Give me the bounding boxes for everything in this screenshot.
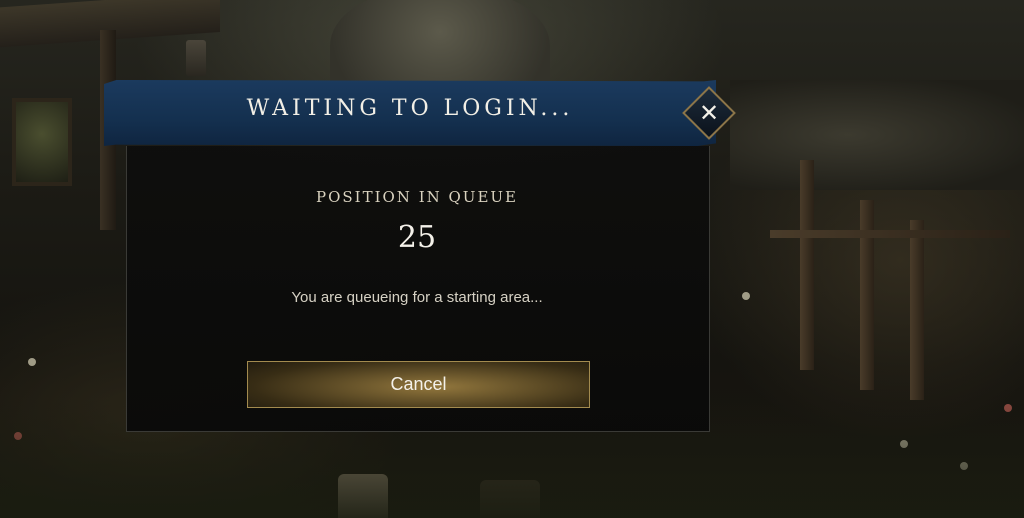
login-queue-dialog: WAITING TO LOGIN... ✕ POSITION IN QUEUE …	[104, 80, 736, 432]
queue-status-message: You are queueing for a starting area...	[291, 289, 543, 306]
fence-post	[800, 160, 814, 370]
fence-post	[910, 220, 924, 400]
dialog-title: WAITING TO LOGIN...	[246, 96, 574, 121]
queue-position-label: POSITION IN QUEUE	[315, 188, 518, 206]
lantern-icon	[186, 40, 206, 76]
fence-rail	[770, 230, 1010, 238]
fence-post	[860, 200, 874, 390]
cancel-button[interactable]: Cancel	[247, 361, 590, 408]
flower	[28, 358, 36, 366]
queue-position-value: 25	[397, 220, 437, 255]
close-icon[interactable]: ✕	[690, 94, 728, 132]
stone-wall	[730, 80, 1024, 190]
house-window	[12, 98, 72, 186]
flower	[742, 292, 750, 300]
